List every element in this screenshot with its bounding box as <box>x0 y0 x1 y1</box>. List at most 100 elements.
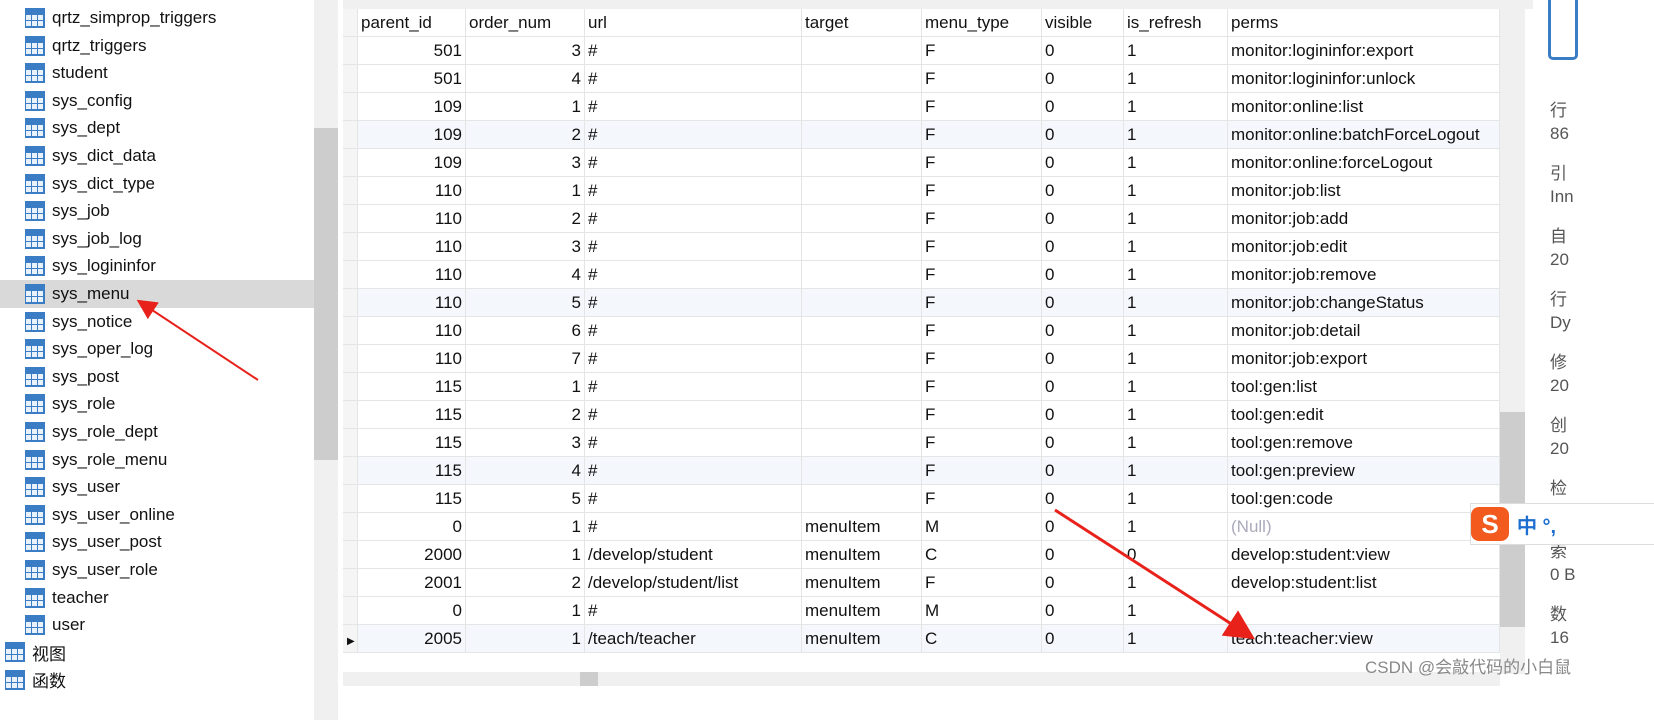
column-header-target[interactable]: target <box>802 9 922 36</box>
cell-perms[interactable]: tool:gen:edit <box>1228 401 1500 428</box>
row-indicator[interactable] <box>343 317 358 344</box>
cell-visible[interactable]: 0 <box>1042 121 1124 148</box>
table-row[interactable]: 115 3 # F 0 1 tool:gen:remove <box>343 429 1500 457</box>
cell-target[interactable] <box>802 177 922 204</box>
column-header-menu-type[interactable]: menu_type <box>922 9 1042 36</box>
table-row[interactable]: 109 2 # F 0 1 monitor:online:batchForceLogout <box>343 121 1500 149</box>
cell-target[interactable]: menuItem <box>802 625 922 652</box>
cell-perms[interactable]: monitor:job:export <box>1228 345 1500 372</box>
cell-is-refresh[interactable]: 1 <box>1124 261 1228 288</box>
cell-menu-type[interactable]: F <box>922 569 1042 596</box>
cell-visible[interactable]: 0 <box>1042 625 1124 652</box>
cell-order-num[interactable]: 1 <box>466 625 585 652</box>
cell-parent-id[interactable]: 2001 <box>358 569 466 596</box>
cell-parent-id[interactable]: 115 <box>358 457 466 484</box>
cell-visible[interactable]: 0 <box>1042 93 1124 120</box>
cell-parent-id[interactable]: 0 <box>358 597 466 624</box>
cell-visible[interactable]: 0 <box>1042 373 1124 400</box>
cell-menu-type[interactable]: F <box>922 261 1042 288</box>
cell-menu-type[interactable]: F <box>922 177 1042 204</box>
cell-is-refresh[interactable]: 1 <box>1124 37 1228 64</box>
cell-visible[interactable]: 0 <box>1042 541 1124 568</box>
sidebar-item-sys-user-post[interactable]: sys_user_post <box>0 528 314 556</box>
cell-url[interactable]: # <box>585 597 802 624</box>
table-row[interactable]: 2000 1/develop/student menuItem C 0 0 develop:… <box>343 541 1500 569</box>
sidebar-item-sys-user[interactable]: sys_user <box>0 473 314 501</box>
cell-url[interactable]: # <box>585 149 802 176</box>
cell-url[interactable]: # <box>585 345 802 372</box>
cell-url[interactable]: # <box>585 513 802 540</box>
table-row[interactable]: 109 1 # F 0 1 monitor:online:list <box>343 93 1500 121</box>
cell-visible[interactable]: 0 <box>1042 569 1124 596</box>
cell-order-num[interactable]: 1 <box>466 513 585 540</box>
cell-is-refresh[interactable]: 1 <box>1124 597 1228 624</box>
cell-visible[interactable]: 0 <box>1042 177 1124 204</box>
cell-parent-id[interactable]: 115 <box>358 401 466 428</box>
cell-parent-id[interactable]: 109 <box>358 149 466 176</box>
functions-node[interactable]: 函数 <box>0 666 314 694</box>
cell-url[interactable]: # <box>585 37 802 64</box>
cell-menu-type[interactable]: F <box>922 289 1042 316</box>
cell-menu-type[interactable]: F <box>922 401 1042 428</box>
cell-menu-type[interactable]: F <box>922 93 1042 120</box>
cell-url[interactable]: # <box>585 93 802 120</box>
cell-target[interactable] <box>802 233 922 260</box>
cell-order-num[interactable]: 3 <box>466 149 585 176</box>
sidebar-item-sys-user-role[interactable]: sys_user_role <box>0 556 314 584</box>
cell-parent-id[interactable]: 501 <box>358 65 466 92</box>
cell-url[interactable]: # <box>585 261 802 288</box>
cell-perms[interactable]: monitor:online:batchForceLogout <box>1228 121 1500 148</box>
cell-target[interactable] <box>802 289 922 316</box>
cell-menu-type[interactable]: F <box>922 233 1042 260</box>
table-row[interactable]: 0 1 # menuItem M 0 1 (Null) <box>343 513 1500 541</box>
cell-is-refresh[interactable]: 1 <box>1124 65 1228 92</box>
cell-is-refresh[interactable]: 1 <box>1124 149 1228 176</box>
row-indicator[interactable] <box>343 233 358 260</box>
sidebar-item-sys-dept[interactable]: sys_dept <box>0 114 314 142</box>
cell-url[interactable]: # <box>585 317 802 344</box>
cell-url[interactable]: # <box>585 177 802 204</box>
table-row[interactable]: 110 4 # F 0 1 monitor:job:remove <box>343 261 1500 289</box>
table-row[interactable]: 115 4 # F 0 1 tool:gen:preview <box>343 457 1500 485</box>
cell-perms[interactable]: tool:gen:list <box>1228 373 1500 400</box>
column-header-is-refresh[interactable]: is_refresh <box>1124 9 1228 36</box>
cell-perms[interactable]: tool:gen:remove <box>1228 429 1500 456</box>
table-row[interactable]: ▶ 2005 1/teach/teacher menuItem C 0 1 teach:tea… <box>343 625 1500 653</box>
cell-is-refresh[interactable]: 0 <box>1124 541 1228 568</box>
cell-visible[interactable]: 0 <box>1042 149 1124 176</box>
cell-order-num[interactable]: 4 <box>466 261 585 288</box>
sidebar-item-sys-job-log[interactable]: sys_job_log <box>0 225 314 253</box>
cell-is-refresh[interactable]: 1 <box>1124 373 1228 400</box>
cell-url[interactable]: # <box>585 233 802 260</box>
column-header-url[interactable]: url <box>585 9 802 36</box>
row-indicator[interactable] <box>343 485 358 512</box>
cell-parent-id[interactable]: 109 <box>358 93 466 120</box>
cell-is-refresh[interactable]: 1 <box>1124 177 1228 204</box>
cell-url[interactable]: # <box>585 121 802 148</box>
cell-order-num[interactable]: 6 <box>466 317 585 344</box>
cell-target[interactable] <box>802 37 922 64</box>
row-indicator[interactable] <box>343 177 358 204</box>
cell-is-refresh[interactable]: 1 <box>1124 401 1228 428</box>
column-header-order-num[interactable]: order_num <box>466 9 585 36</box>
cell-parent-id[interactable]: 501 <box>358 37 466 64</box>
cell-visible[interactable]: 0 <box>1042 261 1124 288</box>
cell-parent-id[interactable]: 115 <box>358 373 466 400</box>
column-header-parent-id[interactable]: parent_id <box>358 9 466 36</box>
row-indicator[interactable] <box>343 597 358 624</box>
sidebar-item-sys-role[interactable]: sys_role <box>0 390 314 418</box>
cell-perms[interactable]: monitor:logininfor:unlock <box>1228 65 1500 92</box>
cell-order-num[interactable]: 1 <box>466 597 585 624</box>
cell-menu-type[interactable]: F <box>922 121 1042 148</box>
table-row[interactable]: 110 7 # F 0 1 monitor:job:export <box>343 345 1500 373</box>
cell-visible[interactable]: 0 <box>1042 429 1124 456</box>
cell-menu-type[interactable]: F <box>922 457 1042 484</box>
row-indicator[interactable] <box>343 569 358 596</box>
sidebar-item-sys-role-menu[interactable]: sys_role_menu <box>0 446 314 474</box>
cell-target[interactable] <box>802 401 922 428</box>
cell-visible[interactable]: 0 <box>1042 597 1124 624</box>
sidebar-item-qrtz-triggers[interactable]: qrtz_triggers <box>0 32 314 60</box>
cell-target[interactable] <box>802 429 922 456</box>
cell-perms[interactable]: monitor:logininfor:export <box>1228 37 1500 64</box>
cell-menu-type[interactable]: F <box>922 485 1042 512</box>
